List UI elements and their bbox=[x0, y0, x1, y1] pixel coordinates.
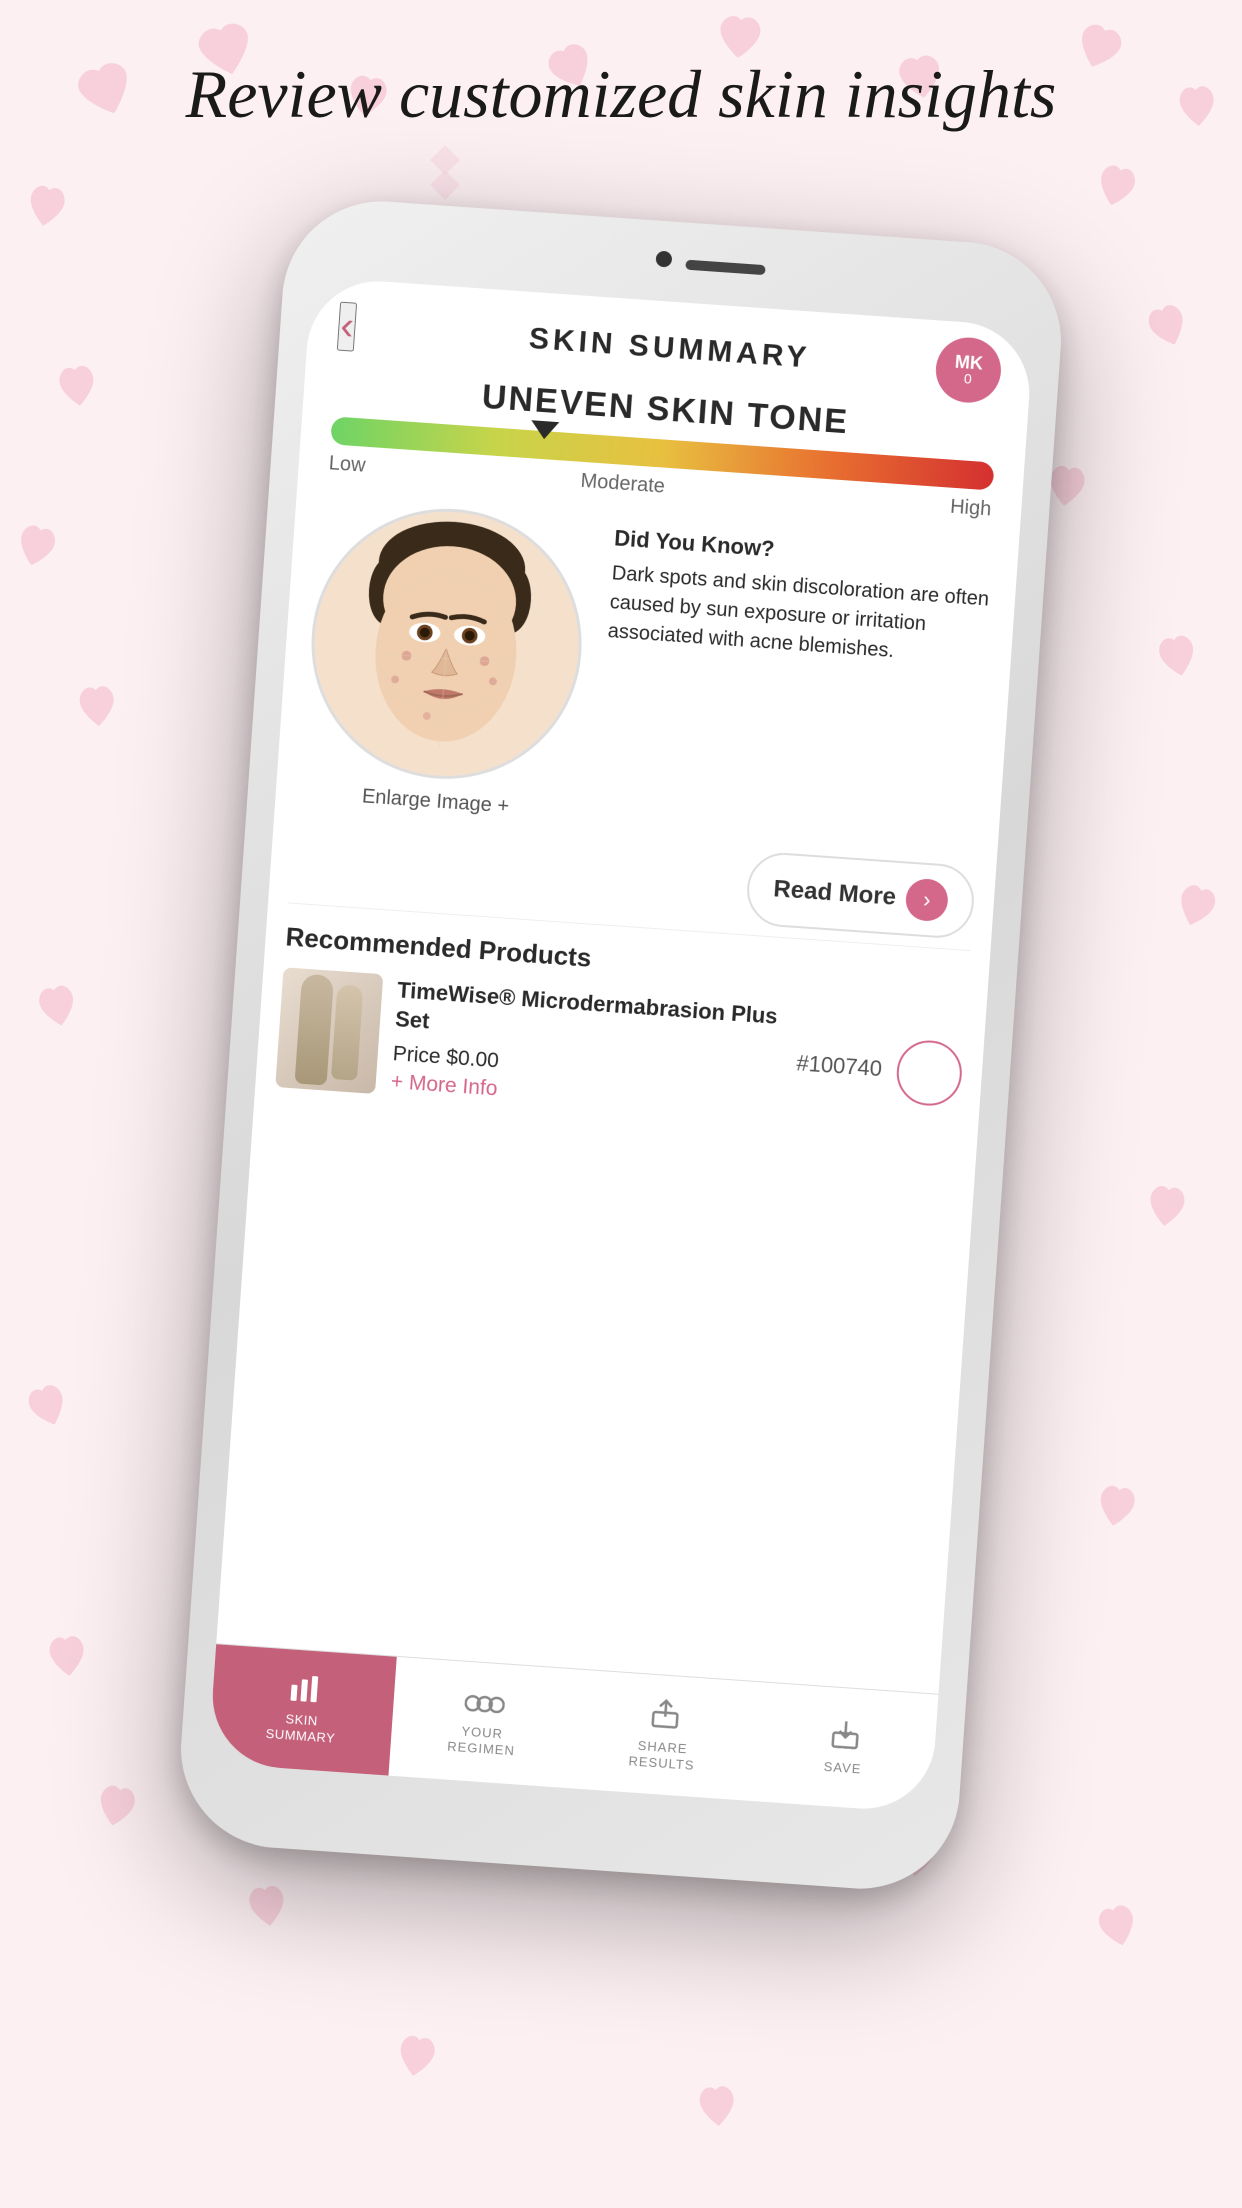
phone-mockup: ‹ SKIN SUMMARY MK 0 UNEVEN SKIN TONE bbox=[174, 195, 1067, 1895]
face-container: Enlarge Image + bbox=[295, 499, 596, 823]
phone-frame: ‹ SKIN SUMMARY MK 0 UNEVEN SKIN TONE bbox=[174, 195, 1067, 1895]
read-more-arrow-icon: › bbox=[904, 878, 949, 923]
scale-label-high: High bbox=[949, 496, 992, 522]
info-text: Dark spots and skin discoloration are of… bbox=[607, 559, 996, 673]
nav-item-save[interactable]: SAVE bbox=[750, 1682, 939, 1813]
nav-label-save: SAVE bbox=[823, 1759, 862, 1777]
scale-label-low: Low bbox=[328, 452, 366, 478]
read-more-button[interactable]: Read More › bbox=[745, 851, 976, 941]
phone-screen: ‹ SKIN SUMMARY MK 0 UNEVEN SKIN TONE bbox=[208, 277, 1034, 1814]
product-image bbox=[275, 967, 383, 1094]
skin-summary-icon bbox=[287, 1675, 319, 1710]
nav-item-skin-summary[interactable]: SKINSUMMARY bbox=[208, 1644, 397, 1775]
scale-indicator bbox=[530, 420, 559, 440]
back-button[interactable]: ‹ bbox=[337, 301, 358, 351]
face-image bbox=[302, 500, 590, 788]
save-icon bbox=[829, 1719, 860, 1758]
product-select-button[interactable] bbox=[895, 1038, 964, 1107]
product-tubes bbox=[295, 974, 365, 1088]
speaker bbox=[685, 260, 766, 276]
bottom-nav: SKINSUMMARY YOURREGIMEN bbox=[208, 1643, 939, 1813]
info-box: Did You Know? Dark spots and skin discol… bbox=[594, 520, 998, 851]
read-more-label: Read More bbox=[773, 875, 897, 911]
cart-badge[interactable]: MK 0 bbox=[934, 335, 1003, 404]
page-title: Review customized skin insights bbox=[21, 55, 1221, 134]
front-camera bbox=[655, 251, 672, 268]
nav-label-skin-summary: SKINSUMMARY bbox=[265, 1710, 337, 1746]
nav-item-your-regimen[interactable]: YOURREGIMEN bbox=[388, 1657, 577, 1788]
nav-label-your-regimen: YOURREGIMEN bbox=[447, 1723, 517, 1759]
nav-item-share-results[interactable]: SHARERESULTS bbox=[569, 1669, 758, 1800]
cart-icon: MK bbox=[954, 353, 983, 373]
tube-2 bbox=[331, 984, 364, 1081]
regimen-icon bbox=[463, 1688, 505, 1723]
share-icon bbox=[649, 1698, 680, 1737]
screen-content: ‹ SKIN SUMMARY MK 0 UNEVEN SKIN TONE bbox=[208, 277, 1034, 1814]
cart-count: 0 bbox=[963, 371, 972, 386]
scale-label-moderate: Moderate bbox=[580, 470, 666, 499]
tube-1 bbox=[295, 974, 335, 1086]
enlarge-image-label[interactable]: Enlarge Image + bbox=[361, 785, 510, 818]
nav-label-share-results: SHARERESULTS bbox=[628, 1738, 696, 1774]
main-content: Enlarge Image + Did You Know? Dark spots… bbox=[274, 483, 1020, 868]
product-sku: #100740 bbox=[796, 1050, 883, 1082]
product-info: TimeWise® Microdermabrasion Plus Set Pri… bbox=[390, 977, 786, 1121]
header-title: SKIN SUMMARY bbox=[528, 322, 812, 376]
